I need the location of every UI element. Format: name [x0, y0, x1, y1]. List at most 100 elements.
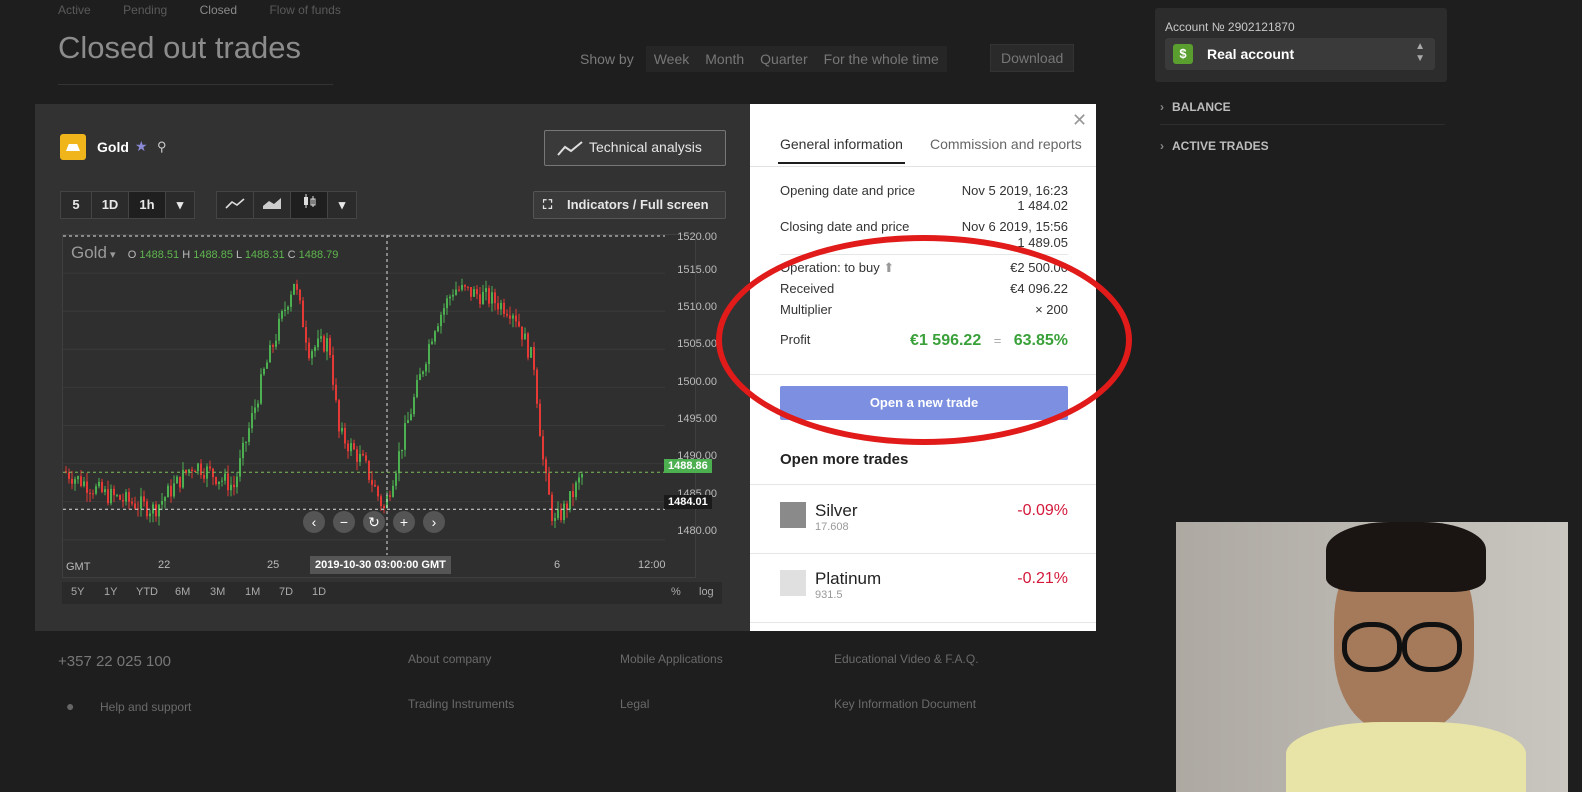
chevron-left-icon[interactable]: ‹ — [303, 511, 325, 533]
candle-body — [77, 476, 79, 480]
page-title: Closed out trades — [58, 30, 301, 65]
technical-analysis-button[interactable]: Technical analysis — [544, 130, 726, 166]
ohlc-open: 1488.51 — [139, 249, 180, 261]
candle-body — [197, 463, 199, 472]
range-1m[interactable]: 1M — [245, 586, 260, 598]
candle-body — [422, 371, 424, 375]
show-by-month[interactable]: Month — [697, 46, 753, 72]
candle-body — [545, 459, 547, 474]
account-box: Account № 2902121870 $ Real account ▲ ▼ — [1155, 8, 1447, 82]
zoom-out-icon[interactable]: − — [333, 511, 355, 533]
show-by-whole-time[interactable]: For the whole time — [815, 46, 947, 72]
download-button[interactable]: Download — [990, 44, 1075, 72]
candle-body — [377, 486, 379, 497]
candle-body — [263, 368, 265, 375]
candle-body — [260, 374, 262, 404]
range-1y[interactable]: 1Y — [104, 586, 117, 598]
period-dropdown[interactable]: ▾ — [165, 191, 195, 219]
glasses-left — [1342, 622, 1402, 672]
candle-body — [200, 463, 202, 476]
search-icon[interactable]: ⚲ — [157, 139, 167, 155]
open-more-trades-title: Open more trades — [780, 451, 909, 468]
range-5y[interactable]: 5Y — [71, 586, 84, 598]
line-chart-icon — [225, 198, 245, 209]
candle-body — [464, 285, 466, 287]
instrument-row-silver[interactable]: Silver 17.608 -0.09% — [750, 485, 1096, 553]
log-scale[interactable]: log — [699, 586, 714, 598]
footer-link[interactable]: Educational Video & F.A.Q. — [834, 652, 979, 666]
ohlc-h-label: H — [182, 249, 191, 261]
candle-body — [569, 491, 571, 510]
candle-body — [572, 491, 574, 498]
close-icon[interactable]: ✕ — [1072, 110, 1087, 131]
candle-body — [74, 479, 76, 484]
candle-body — [203, 475, 205, 479]
account-selector[interactable]: $ Real account ▲ ▼ — [1165, 38, 1435, 70]
gold-bars-icon — [60, 134, 86, 160]
range-3m[interactable]: 3M — [210, 586, 225, 598]
candle-body — [302, 300, 304, 328]
y-tick: 1480.00 — [677, 525, 717, 537]
candle-body — [419, 374, 421, 381]
footer-help[interactable]: Help and support — [100, 700, 191, 714]
candle-body — [218, 481, 220, 485]
tab-flow-of-funds[interactable]: Flow of funds — [269, 3, 340, 17]
tab-pending[interactable]: Pending — [123, 3, 167, 17]
tab-general-information[interactable]: General information — [780, 136, 903, 152]
chart-type-candles[interactable] — [290, 191, 328, 219]
chart-type-line[interactable] — [216, 191, 254, 219]
show-by-week[interactable]: Week — [645, 46, 698, 72]
candle-body — [362, 453, 364, 456]
zoom-in-icon[interactable]: + — [393, 511, 415, 533]
chevron-right-icon: › — [1160, 139, 1164, 153]
percent-scale[interactable]: % — [671, 586, 681, 598]
chevron-right-icon[interactable]: › — [423, 511, 445, 533]
footer-phone[interactable]: +357 22 025 100 — [58, 653, 171, 670]
instrument-row-platinum[interactable]: Platinum 931.5 -0.21% — [750, 554, 1096, 622]
show-by-quarter[interactable]: Quarter — [752, 46, 816, 72]
footer-link[interactable]: About company — [408, 652, 491, 666]
indicators-fullscreen-button[interactable]: ⛶ Indicators / Full screen — [533, 191, 726, 219]
tab-active[interactable]: Active — [58, 3, 91, 17]
period-1d[interactable]: 1D — [91, 191, 129, 219]
candle-body — [335, 384, 337, 401]
candle-body — [374, 484, 376, 487]
candle-body — [401, 449, 403, 452]
candle-body — [116, 495, 118, 497]
candle-body — [317, 338, 319, 348]
range-6m[interactable]: 6M — [175, 586, 190, 598]
chart-type-dropdown[interactable]: ▾ — [327, 191, 357, 219]
candle-body — [344, 427, 346, 444]
tab-commission-reports[interactable]: Commission and reports — [930, 136, 1082, 152]
range-7d[interactable]: 7D — [279, 586, 293, 598]
candle-body — [338, 400, 340, 432]
user-icon: ● — [66, 698, 75, 714]
tab-closed[interactable]: Closed — [200, 3, 237, 17]
candle-body — [311, 351, 313, 359]
candle-body — [119, 495, 121, 500]
closing-label: Closing date and price — [780, 219, 910, 234]
candle-body — [104, 489, 106, 493]
candle-body — [326, 338, 328, 352]
sidebar-item-balance[interactable]: › BALANCE — [1160, 100, 1445, 125]
footer-link[interactable]: Trading Instruments — [408, 697, 514, 711]
candle-body — [272, 345, 274, 347]
candle-body — [407, 420, 409, 424]
star-icon[interactable]: ★ — [135, 138, 148, 155]
x-tick: GMT — [66, 561, 91, 573]
chart-type-area[interactable] — [253, 191, 291, 219]
candle-body — [266, 362, 268, 369]
period-5[interactable]: 5 — [60, 191, 92, 219]
footer-link[interactable]: Legal — [620, 697, 649, 711]
tab-underline — [778, 162, 905, 164]
candle-body — [275, 340, 277, 347]
instrument-price: 931.5 — [815, 589, 843, 601]
period-1h[interactable]: 1h — [128, 191, 166, 219]
footer-link[interactable]: Key Information Document — [834, 697, 976, 711]
reset-icon[interactable]: ↻ — [363, 511, 385, 533]
footer-link[interactable]: Mobile Applications — [620, 652, 723, 666]
range-ytd[interactable]: YTD — [136, 586, 158, 598]
sidebar-item-active-trades[interactable]: › ACTIVE TRADES — [1160, 139, 1445, 163]
price-chart[interactable]: Gold ▾ O 1488.51 H 1488.85 L 1488.31 C 1… — [62, 234, 696, 578]
range-1d[interactable]: 1D — [312, 586, 326, 598]
